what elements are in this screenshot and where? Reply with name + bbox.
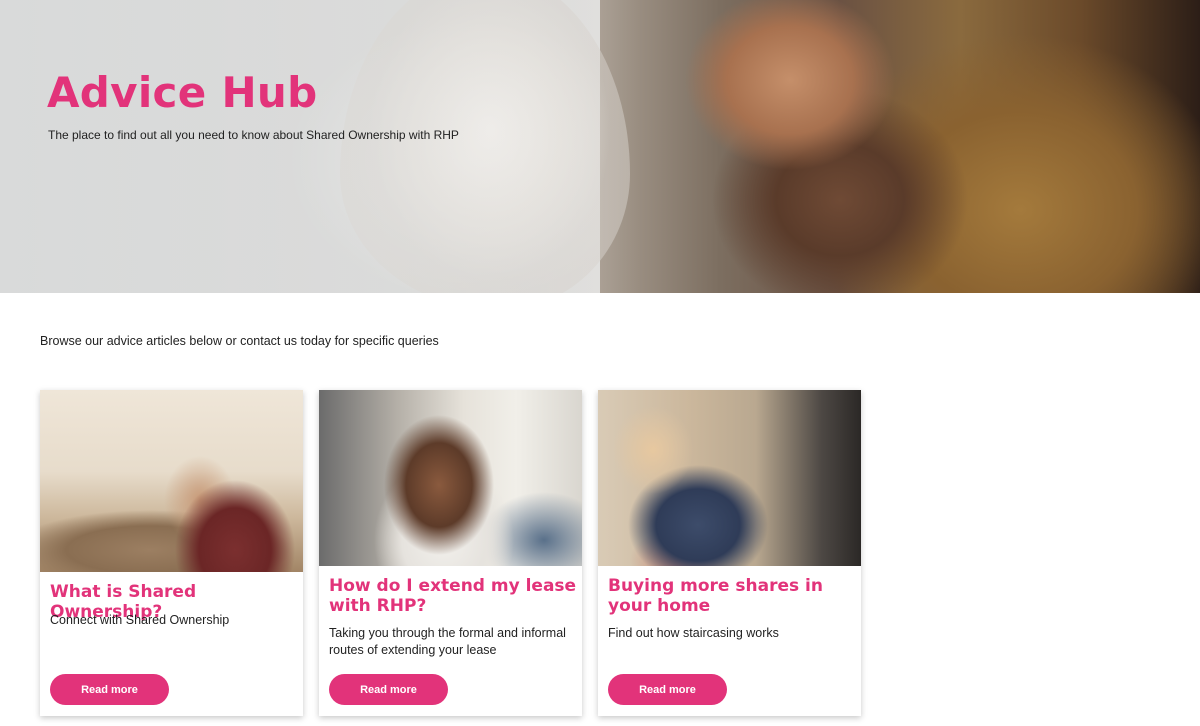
- article-card-image[interactable]: [319, 390, 582, 566]
- read-more-button[interactable]: Read more: [329, 674, 448, 705]
- hero-image: [600, 0, 1200, 293]
- page-subtitle: The place to find out all you need to kn…: [48, 128, 459, 142]
- article-card-description: Find out how staircasing works: [608, 626, 779, 640]
- article-card-image[interactable]: [598, 390, 861, 566]
- article-cards: What is Shared Ownership? Connect with S…: [40, 390, 880, 716]
- article-card-extend-lease[interactable]: How do I extend my lease with RHP? Takin…: [319, 390, 582, 716]
- hero-overlay: [0, 0, 640, 293]
- article-card-title[interactable]: How do I extend my lease with RHP?: [329, 576, 577, 616]
- article-card-title[interactable]: Buying more shares in your home: [608, 576, 856, 616]
- read-more-button[interactable]: Read more: [50, 674, 169, 705]
- article-card-description: Taking you through the formal and inform…: [329, 626, 566, 657]
- page-title: Advice Hub: [47, 68, 318, 117]
- article-card-image[interactable]: [40, 390, 303, 572]
- article-card-shared-ownership[interactable]: What is Shared Ownership? Connect with S…: [40, 390, 303, 716]
- article-card-description: Connect with Shared Ownership: [50, 613, 230, 627]
- read-more-button[interactable]: Read more: [608, 674, 727, 705]
- article-card-buying-shares[interactable]: Buying more shares in your home Find out…: [598, 390, 861, 716]
- intro-text: Browse our advice articles below or cont…: [40, 334, 439, 348]
- hero-banner: Advice Hub The place to find out all you…: [0, 0, 1200, 293]
